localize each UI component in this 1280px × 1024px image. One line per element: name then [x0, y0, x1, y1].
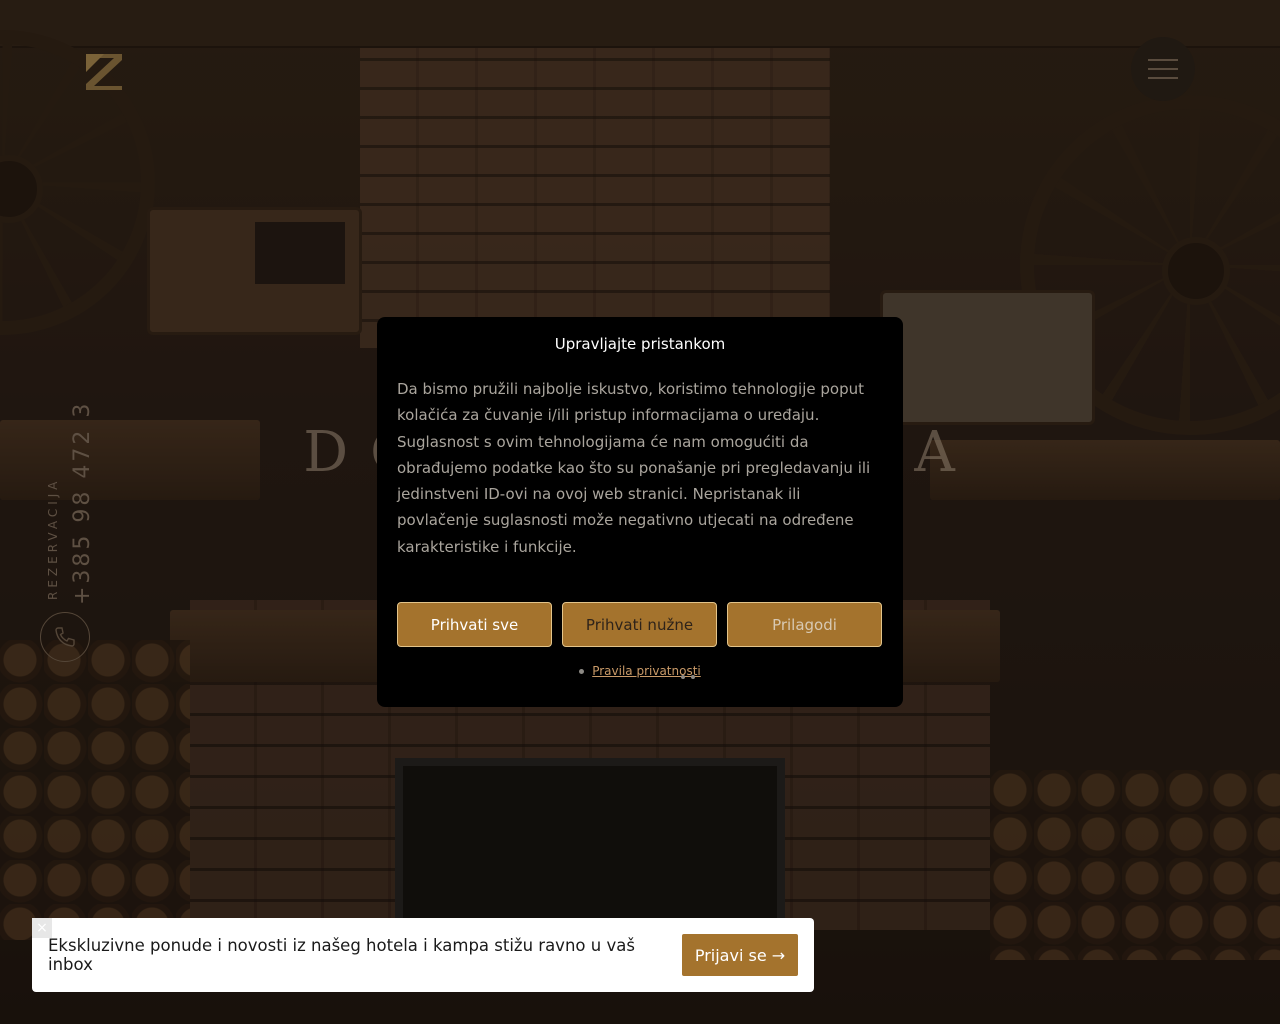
- hamburger-menu-icon[interactable]: [1131, 37, 1195, 101]
- z-logo-icon[interactable]: [84, 52, 124, 92]
- accept-all-button[interactable]: Prihvati sve: [397, 602, 552, 647]
- consent-title: Upravljajte pristankom: [554, 335, 726, 353]
- reservation-side: REZERVACIJA +385 98 472 3: [40, 360, 100, 610]
- close-icon[interactable]: ×: [32, 918, 52, 938]
- reservation-label: REZERVACIJA: [46, 477, 60, 600]
- loading-dots: [681, 675, 695, 679]
- privacy-links: Pravila privatnosti: [377, 664, 903, 678]
- consent-buttons: Prihvati sve Prihvati nužne Prilagodi: [397, 602, 882, 647]
- subscribe-button[interactable]: Prijavi se →: [682, 934, 798, 976]
- consent-modal: Upravljajte pristankom Da bismo pružili …: [377, 317, 903, 707]
- accept-necessary-button[interactable]: Prihvati nužne: [562, 602, 717, 647]
- newsletter-text: Ekskluzivne ponude i novosti iz našeg ho…: [48, 936, 635, 974]
- customize-button[interactable]: Prilagodi: [727, 602, 882, 647]
- reservation-phone-number[interactable]: +385 98 472 3: [70, 401, 95, 605]
- phone-icon[interactable]: [40, 612, 90, 662]
- consent-text: Da bismo pružili najbolje iskustvo, kori…: [397, 380, 871, 556]
- newsletter-bar: × Ekskluzivne ponude i novosti iz našeg …: [32, 918, 814, 992]
